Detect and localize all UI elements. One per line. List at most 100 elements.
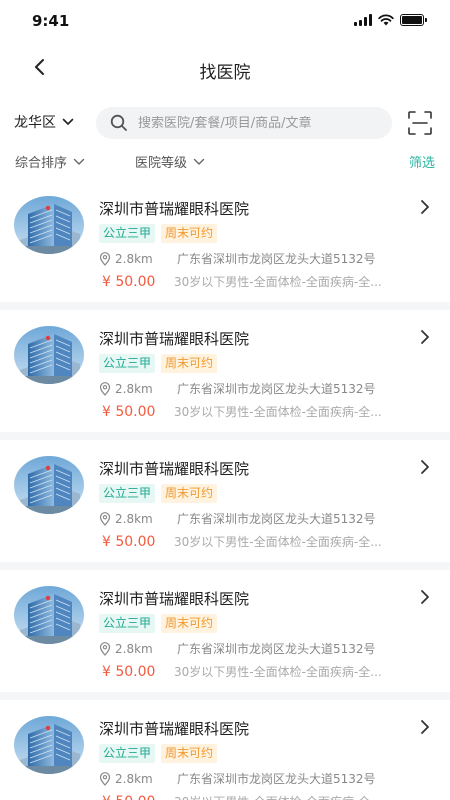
card-divider: [0, 302, 450, 310]
scan-icon: [408, 111, 432, 135]
chevron-down-icon: [62, 118, 74, 125]
tag-public-level: 公立三甲: [99, 484, 156, 503]
tag-weekend: 周末可约: [161, 744, 218, 763]
location-pin-icon: [99, 771, 111, 786]
search-row: 龙华区: [0, 104, 450, 140]
package-price: ¥ 50.00: [102, 533, 156, 550]
card-divider: [0, 562, 450, 570]
hospital-name: 深圳市普瑞耀眼科医院: [99, 330, 250, 348]
package-price: ¥ 50.00: [102, 794, 174, 800]
hospital-card[interactable]: 深圳市普瑞耀眼科医院 公立三甲 周末可约 2.8km 广东省深圳市龙岗区龙头大道…: [0, 440, 450, 562]
chevron-right-icon: [421, 460, 429, 474]
chevron-down-icon: [193, 158, 205, 165]
hospital-tags: 公立三甲 周末可约: [99, 224, 218, 243]
package-price: ¥ 50.00: [102, 403, 156, 420]
chevron-down-icon: [73, 158, 85, 165]
district-label: 龙华区: [14, 115, 56, 131]
chevron-right-icon: [421, 330, 429, 344]
hospital-name: 深圳市普瑞耀眼科医院: [99, 200, 250, 218]
sort-filter[interactable]: 综合排序: [15, 152, 85, 171]
location-pin-icon: [99, 381, 111, 396]
package-price: ¥ 50.00: [102, 663, 156, 680]
search-icon: [110, 114, 127, 131]
hospital-image: [14, 196, 84, 254]
search-input[interactable]: [138, 115, 378, 131]
card-divider: [0, 432, 450, 440]
hospital-image: [14, 456, 84, 514]
hospital-tags: 公立三甲 周末可约: [99, 354, 218, 373]
battery-icon: [400, 14, 427, 26]
location-pin-icon: [99, 251, 111, 266]
hospital-distance: 2.8km: [115, 511, 153, 526]
hospital-name: 深圳市普瑞耀眼科医院: [99, 590, 250, 608]
hospital-tags: 公立三甲 周末可约: [99, 744, 218, 763]
hospital-card[interactable]: 深圳市普瑞耀眼科医院 公立三甲 周末可约 2.8km 广东省深圳市龙岗区龙头大道…: [0, 700, 450, 800]
hospital-card[interactable]: 深圳市普瑞耀眼科医院 公立三甲 周末可约 2.8km 广东省深圳市龙岗区龙头大道…: [0, 180, 450, 302]
chevron-right-icon: [421, 590, 429, 604]
filter-row: 综合排序 医院等级 筛选: [0, 148, 450, 174]
hospital-address: 广东省深圳市龙岗区龙头大道5132号: [177, 772, 376, 786]
hospital-address: 广东省深圳市龙岗区龙头大道5132号: [177, 642, 376, 656]
hospital-card[interactable]: 深圳市普瑞耀眼科医院 公立三甲 周末可约 2.8km 广东省深圳市龙岗区龙头大道…: [0, 570, 450, 692]
hospital-image: [14, 586, 84, 644]
tag-weekend: 周末可约: [161, 484, 218, 503]
hospital-address: 广东省深圳市龙岗区龙头大道5132号: [177, 252, 376, 266]
hospital-image: [14, 326, 84, 384]
package-row: ¥ 50.00 30岁以下男性-全面体检-全面疾病-全...: [102, 663, 438, 680]
tag-weekend: 周末可约: [161, 354, 218, 373]
hospital-name: 深圳市普瑞耀眼科医院: [99, 460, 250, 478]
hospital-meta: 2.8km 广东省深圳市龙岗区龙头大道5132号: [99, 380, 439, 397]
hospital-meta: 2.8km 广东省深圳市龙岗区龙头大道5132号: [99, 250, 439, 267]
hospital-image: [14, 716, 84, 774]
package-row: ¥ 50.00 30岁以下男性-全面体检-全面疾病-全...: [102, 533, 438, 550]
location-pin-icon: [99, 641, 111, 656]
package-row: ¥ 50.00 30岁以下男性-全面体检-全面疾病-全...: [102, 403, 438, 420]
level-filter-label: 医院等级: [135, 156, 188, 171]
chevron-right-icon: [421, 200, 429, 214]
hospital-name: 深圳市普瑞耀眼科医院: [99, 720, 250, 738]
package-description: 30岁以下男性-全面体检-全面疾病-全...: [174, 405, 382, 419]
level-filter[interactable]: 医院等级: [135, 152, 205, 171]
package-description: 30岁以下男性-全面体检-全面疾病-全...: [174, 665, 382, 679]
district-selector[interactable]: 龙华区: [14, 112, 74, 132]
package-description: 30岁以下男性-全面体检-全面疾病-全...: [174, 275, 382, 289]
tag-public-level: 公立三甲: [99, 224, 156, 243]
signal-icon: [354, 14, 372, 26]
search-bar[interactable]: [96, 107, 392, 139]
hospital-distance: 2.8km: [115, 771, 153, 786]
chevron-right-icon: [421, 720, 429, 734]
hospital-meta: 2.8km 广东省深圳市龙岗区龙头大道5132号: [99, 770, 439, 787]
hospital-meta: 2.8km 广东省深圳市龙岗区龙头大道5132号: [99, 510, 439, 527]
package-row: ¥ 50.00 30岁以下男性-全面体检-全面疾病-全...: [102, 273, 438, 290]
tag-weekend: 周末可约: [161, 224, 218, 243]
hospital-tags: 公立三甲 周末可约: [99, 484, 218, 503]
package-description: 30岁以下男性-全面体检-全面疾病-全...: [174, 793, 436, 800]
scan-button[interactable]: [407, 110, 433, 136]
location-pin-icon: [99, 511, 111, 526]
hospital-address: 广东省深圳市龙岗区龙头大道5132号: [177, 382, 376, 396]
tag-public-level: 公立三甲: [99, 354, 156, 373]
page-title: 找医院: [199, 63, 251, 83]
hospital-meta: 2.8km 广东省深圳市龙岗区龙头大道5132号: [99, 640, 439, 657]
hospital-distance: 2.8km: [115, 641, 153, 656]
nav-bar: 找医院: [0, 44, 450, 90]
hospital-distance: 2.8km: [115, 251, 153, 266]
tag-public-level: 公立三甲: [99, 744, 156, 763]
tag-public-level: 公立三甲: [99, 614, 156, 633]
hospital-tags: 公立三甲 周末可约: [99, 614, 218, 633]
status-bar: 9:41: [0, 0, 450, 44]
status-icons: [354, 14, 427, 26]
hospital-address: 广东省深圳市龙岗区龙头大道5132号: [177, 512, 376, 526]
hospital-list: 深圳市普瑞耀眼科医院 公立三甲 周末可约 2.8km 广东省深圳市龙岗区龙头大道…: [0, 180, 450, 800]
sort-filter-label: 综合排序: [15, 156, 68, 171]
hospital-distance: 2.8km: [115, 381, 153, 396]
package-row: ¥ 50.00 30岁以下男性-全面体检-全面疾病-全...: [102, 793, 438, 800]
card-divider: [0, 692, 450, 700]
package-price: ¥ 50.00: [102, 273, 156, 290]
wifi-icon: [378, 14, 394, 26]
screen-filter-button[interactable]: 筛选: [409, 152, 435, 171]
status-time: 9:41: [32, 12, 70, 30]
tag-weekend: 周末可约: [161, 614, 218, 633]
hospital-card[interactable]: 深圳市普瑞耀眼科医院 公立三甲 周末可约 2.8km 广东省深圳市龙岗区龙头大道…: [0, 310, 450, 432]
package-description: 30岁以下男性-全面体检-全面疾病-全...: [174, 535, 382, 549]
